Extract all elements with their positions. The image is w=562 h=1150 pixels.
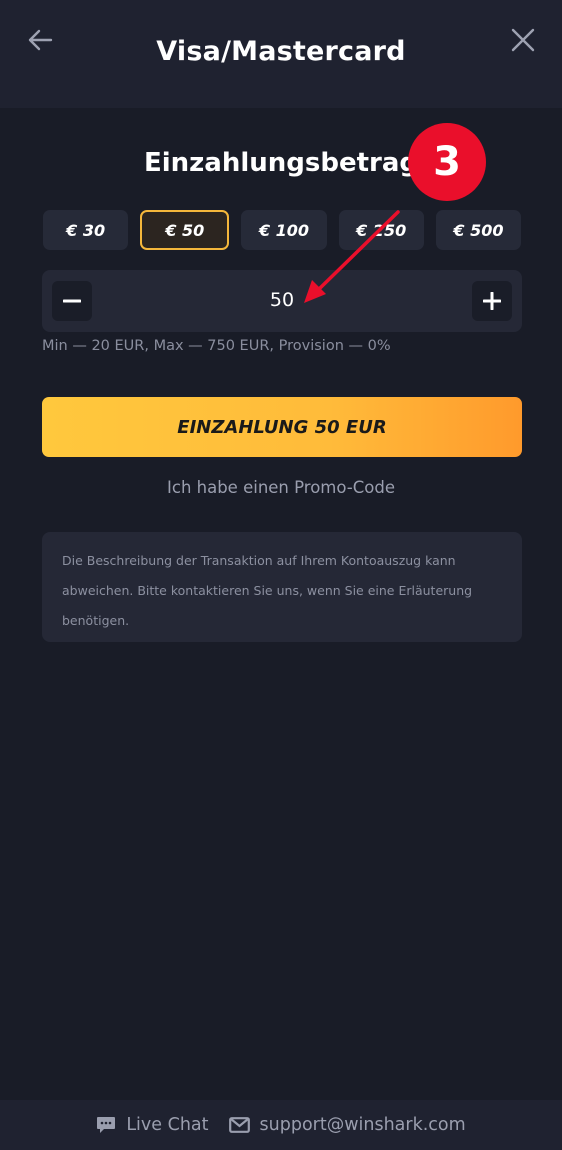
deposit-limits: Min — 20 EUR, Max — 750 EUR, Provision —… [42,338,391,354]
plus-icon[interactable] [472,281,512,321]
live-chat-label: Live Chat [126,1115,209,1135]
minus-icon[interactable] [52,281,92,321]
chat-bubble-icon [97,1117,116,1133]
amount-input[interactable] [102,288,462,312]
amount-chip-250[interactable]: € 250 [338,210,424,250]
amount-chips: € 30 € 50 € 100 € 250 € 500 [43,210,522,250]
close-icon[interactable] [506,24,540,56]
amount-chip-500[interactable]: € 500 [435,210,522,250]
transaction-info-box: Die Beschreibung der Transaktion auf Ihr… [42,532,522,642]
support-email-link[interactable]: support@winshark.com [228,1115,466,1135]
promo-code-link[interactable]: Ich habe einen Promo-Code [0,478,562,497]
support-email-label: support@winshark.com [259,1115,466,1135]
transaction-info-text: Die Beschreibung der Transaktion auf Ihr… [62,553,473,628]
amount-chip-100[interactable]: € 100 [241,210,327,250]
amount-chip-50[interactable]: € 50 [140,210,230,250]
amount-stepper [42,270,522,332]
deposit-button[interactable]: EINZAHLUNG 50 EUR [42,397,522,457]
envelope-icon [228,1117,250,1133]
amount-chip-30[interactable]: € 30 [43,210,129,250]
step-number-badge: 3 [408,123,486,201]
footer: Live Chat support@winshark.com [0,1100,562,1150]
deposit-amount-heading-text: Einzahlungsbetrag [143,148,419,178]
page-title: Visa/Mastercard [156,36,406,67]
live-chat-link[interactable]: Live Chat [96,1115,209,1135]
header: Visa/Mastercard [0,0,562,108]
